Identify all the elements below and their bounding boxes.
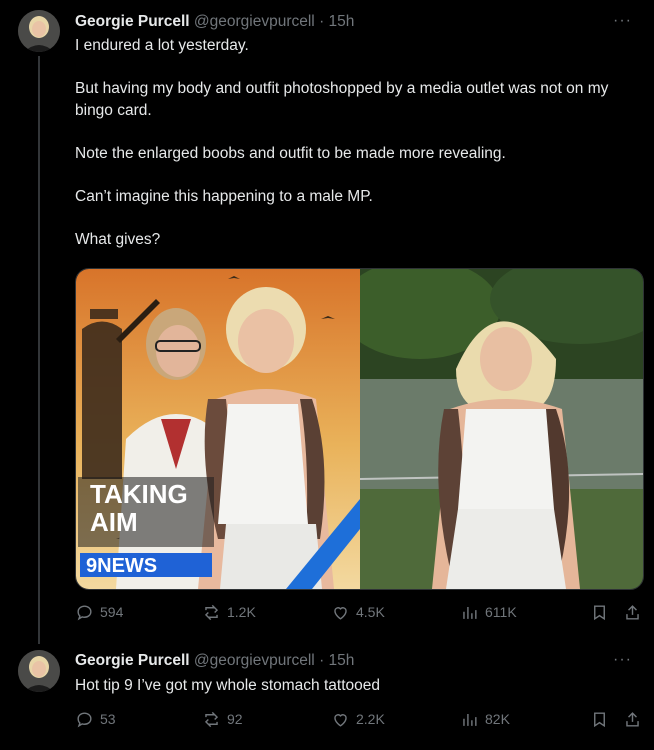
share-icon <box>626 711 639 727</box>
author-name[interactable]: Georgie Purcell <box>75 652 190 669</box>
original-photo[interactable] <box>359 269 643 589</box>
avatar-photo <box>18 650 60 692</box>
heart-icon <box>334 713 347 727</box>
news-logo: 9NEWS <box>86 555 157 577</box>
more-options-icon[interactable]: ··· <box>613 12 632 30</box>
tweet-header: Georgie Purcell @georgievpurcell · 15h <box>75 652 354 670</box>
avatar-photo <box>18 10 60 52</box>
repost-count: 1.2K <box>227 604 256 620</box>
bookmark-button[interactable] <box>590 710 609 729</box>
repost-count: 92 <box>227 711 243 727</box>
separator-dot: · <box>319 652 325 669</box>
edited-news-image[interactable]: TAKING AIM 9NEWS <box>76 269 360 589</box>
reply-count: 594 <box>100 604 124 620</box>
caption-line-1: TAKING <box>90 479 188 509</box>
avatar[interactable] <box>18 650 60 692</box>
views-button[interactable]: 611K <box>460 603 517 622</box>
tweet-paragraph: What gives? <box>75 231 161 248</box>
author-name[interactable]: Georgie Purcell <box>75 13 190 30</box>
analytics-icon <box>463 606 477 619</box>
reply-icon <box>77 711 92 727</box>
thread-line <box>38 56 40 644</box>
share-icon <box>626 604 639 620</box>
tweet-text: I endured a lot yesterday. But having my… <box>75 35 645 272</box>
like-button[interactable]: 4.5K <box>331 603 385 622</box>
author-handle[interactable]: @georgievpurcell <box>194 13 315 30</box>
view-count: 611K <box>485 604 517 620</box>
separator-dot: · <box>319 13 325 30</box>
avatar[interactable] <box>18 10 60 52</box>
tweet-paragraph: I endured a lot yesterday. <box>75 37 249 54</box>
tweet-actions: 594 1.2K 4.5K 611K <box>75 600 643 624</box>
bookmark-icon <box>594 711 605 727</box>
caption-line-2: AIM <box>90 507 138 537</box>
repost-button[interactable]: 1.2K <box>202 603 256 622</box>
repost-icon <box>204 711 219 727</box>
tweet-text: Hot tip 9 I’ve got my whole stomach tatt… <box>75 677 380 694</box>
views-button[interactable]: 82K <box>460 710 510 729</box>
news-photo: TAKING AIM 9NEWS <box>76 269 360 589</box>
tweet-actions: 53 92 2.2K 82K <box>75 707 643 731</box>
reply-count: 53 <box>100 711 116 727</box>
like-count: 4.5K <box>356 604 385 620</box>
tweet-header: Georgie Purcell @georgievpurcell · 15h <box>75 13 354 31</box>
bookmark-button[interactable] <box>590 603 609 622</box>
author-handle[interactable]: @georgievpurcell <box>194 652 315 669</box>
repost-button[interactable]: 92 <box>202 710 243 729</box>
share-button[interactable] <box>623 603 642 622</box>
share-button[interactable] <box>623 710 642 729</box>
tweet-paragraph: Can’t imagine this happening to a male M… <box>75 188 373 205</box>
tweet-paragraph: But having my body and outfit photoshopp… <box>75 80 609 119</box>
timestamp[interactable]: 15h <box>329 652 355 669</box>
repost-icon <box>204 604 219 620</box>
tweet-2[interactable]: Georgie Purcell @georgievpurcell · 15h ·… <box>0 640 654 750</box>
reply-button[interactable]: 594 <box>75 603 123 622</box>
like-button[interactable]: 2.2K <box>331 710 385 729</box>
tweet-media[interactable]: TAKING AIM 9NEWS <box>75 268 644 590</box>
original-photo-art <box>359 269 643 589</box>
tweet-paragraph: Note the enlarged boobs and outfit to be… <box>75 145 506 162</box>
tweet-1[interactable]: Georgie Purcell @georgievpurcell · 15h ·… <box>0 0 654 644</box>
view-count: 82K <box>485 711 510 727</box>
more-options-icon[interactable]: ··· <box>613 651 632 669</box>
bookmark-icon <box>594 604 605 620</box>
reply-button[interactable]: 53 <box>75 710 116 729</box>
reply-icon <box>77 604 92 620</box>
heart-icon <box>334 606 347 620</box>
like-count: 2.2K <box>356 711 385 727</box>
analytics-icon <box>463 713 477 726</box>
timestamp[interactable]: 15h <box>329 13 355 30</box>
